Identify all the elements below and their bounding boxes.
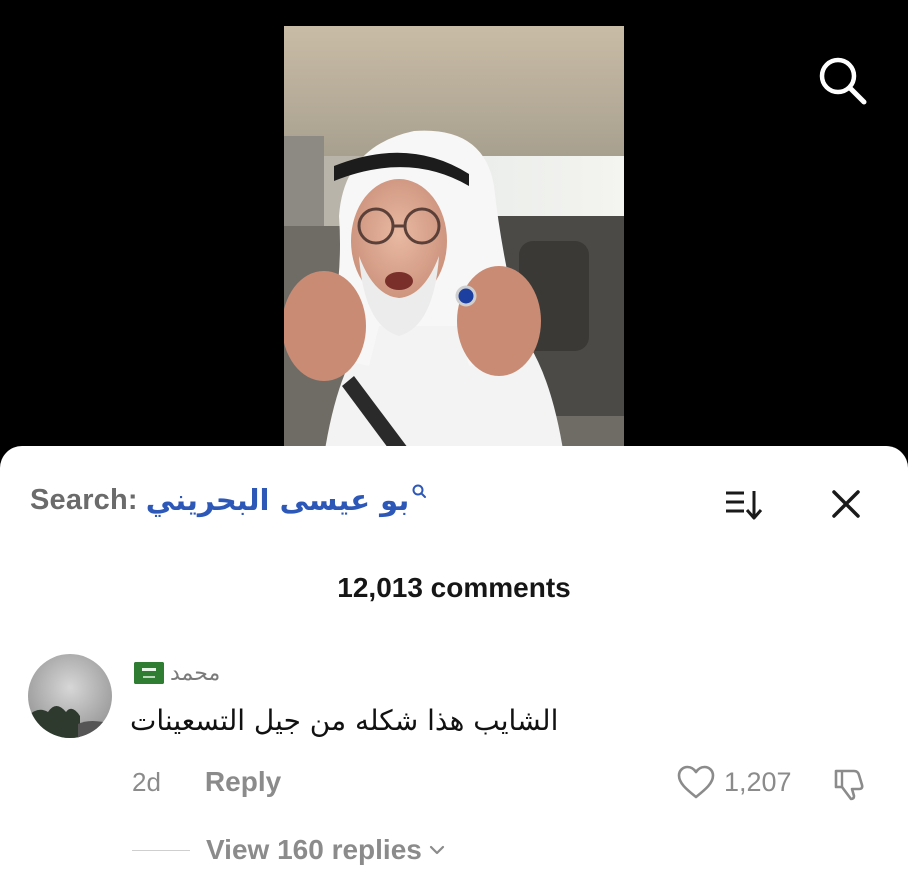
avatar[interactable] <box>28 654 112 738</box>
sort-icon <box>726 491 763 520</box>
close-button[interactable] <box>826 484 866 524</box>
sort-button[interactable] <box>722 484 766 524</box>
chevron-down-icon <box>429 845 444 855</box>
saudi-flag-icon <box>134 662 164 684</box>
heart-icon <box>677 765 715 799</box>
video-frame-image <box>284 26 624 456</box>
dislike-button[interactable] <box>830 763 870 803</box>
username: محمد <box>170 660 221 686</box>
thumbs-down-icon <box>834 769 864 801</box>
avatar-image <box>28 654 112 738</box>
replies-divider <box>132 849 190 851</box>
search-term-link[interactable]: بو عيسى البحريني <box>146 483 409 517</box>
comment-author[interactable]: محمد <box>134 658 220 688</box>
comments-sheet: Search: بو عيسى البحريني 12,013 comments… <box>0 446 908 884</box>
view-replies-label: View 160 replies <box>206 834 422 865</box>
comment-text: الشايب هذا شكله من جيل التسعينات <box>130 704 559 737</box>
comment-count: 12,013 comments <box>337 572 571 603</box>
search-button[interactable] <box>812 50 872 110</box>
view-replies-row: View 160 replies <box>132 832 446 868</box>
comment-item: محمد الشايب هذا شكله من جيل التسعينات 2d… <box>0 646 908 884</box>
search-prefix-label: Search: <box>30 483 138 516</box>
like-button[interactable]: 1,207 <box>676 764 792 800</box>
app-screen: Search: بو عيسى البحريني 12,013 comments… <box>0 0 908 884</box>
reply-button[interactable]: Reply <box>205 766 281 798</box>
search-mini-icon <box>412 484 427 498</box>
video-player[interactable] <box>284 26 624 456</box>
comment-time: 2d <box>132 766 161 797</box>
view-replies-button[interactable]: View 160 replies <box>206 834 446 866</box>
close-icon <box>832 490 860 518</box>
search-icon <box>819 57 867 105</box>
comment-search-link[interactable]: Search: بو عيسى البحريني <box>30 480 427 520</box>
comment-meta: 2d Reply <box>132 764 281 800</box>
like-count: 1,207 <box>724 766 792 797</box>
